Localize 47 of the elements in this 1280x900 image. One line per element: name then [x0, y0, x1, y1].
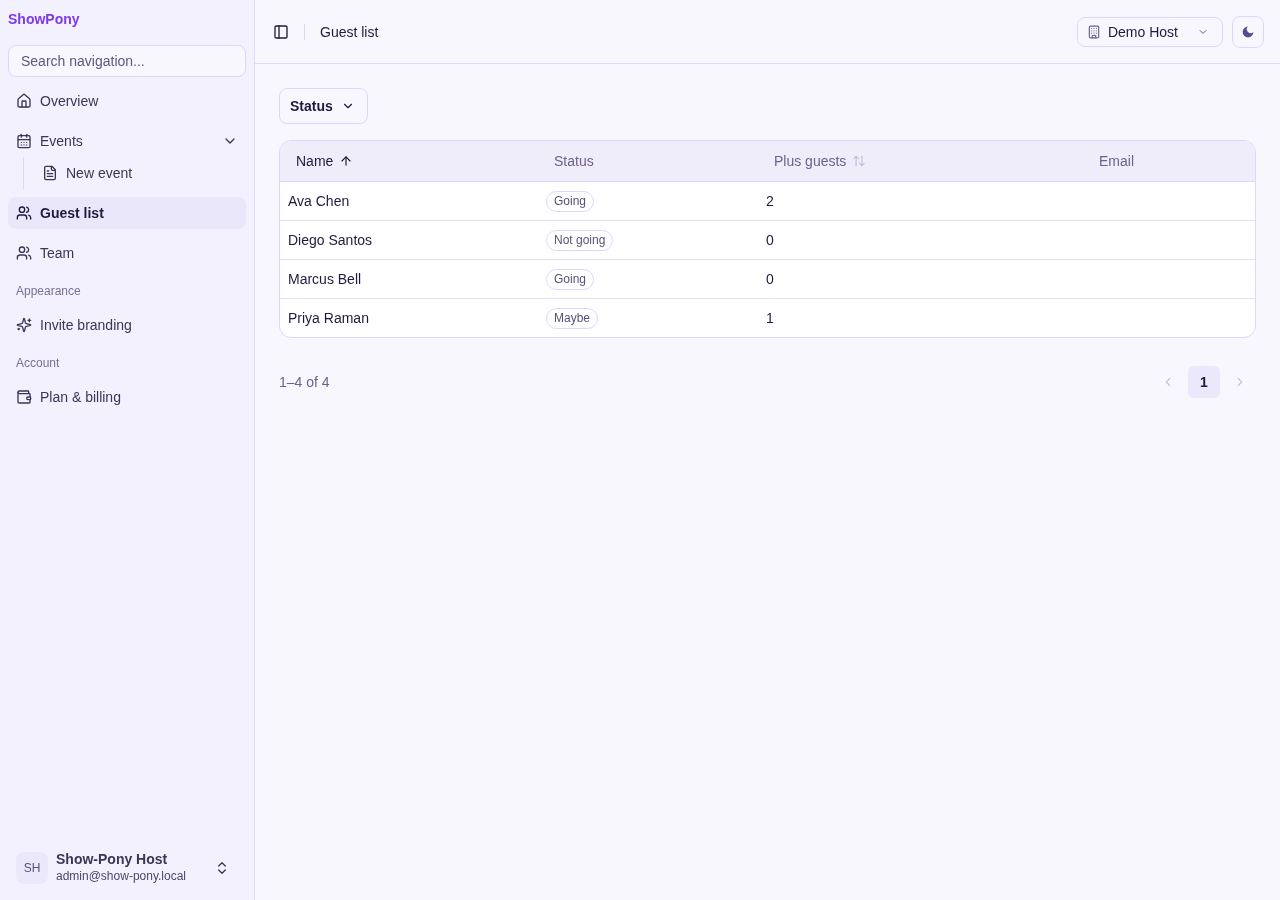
column-header: Status — [554, 153, 594, 169]
status-badge: Maybe — [546, 307, 599, 329]
table-cell-text: Ava Chen — [287, 192, 351, 211]
table-cell-text: Marcus Bell — [287, 270, 363, 289]
column-header[interactable]: Plus guests — [774, 153, 867, 169]
nav-item[interactable]: Overview — [8, 85, 246, 117]
status-badge: Not going — [546, 229, 614, 251]
nav-item[interactable]: Plan & billing — [8, 381, 246, 413]
search-field[interactable]: Search navigation... — [8, 45, 246, 77]
result-count: 1–4 of 4 — [279, 374, 330, 390]
workspace-select[interactable]: Demo Host — [1076, 16, 1223, 47]
up-down-arrows-icon — [852, 154, 867, 168]
column-header: Email — [1099, 153, 1134, 169]
theme-toggle-button[interactable] — [1232, 15, 1264, 48]
sparkles-icon — [16, 317, 32, 333]
building-icon — [1086, 24, 1101, 39]
section-heading: Account — [15, 355, 60, 372]
section-heading: Appearance — [15, 283, 81, 300]
nav-item[interactable]: New event — [34, 157, 246, 189]
table-cell-text: Priya Raman — [287, 309, 370, 328]
nav-item[interactable]: Invite branding — [8, 309, 246, 341]
table-cell-text: 0 — [765, 270, 775, 289]
table-cell-text: Diego Santos — [287, 231, 374, 250]
brand-name: ShowPony — [8, 10, 80, 29]
filter-dropdown[interactable]: Status — [279, 88, 368, 124]
status-badge: Going — [546, 268, 595, 290]
user-name: Show-Pony Host — [56, 851, 168, 868]
moon-icon — [1242, 25, 1254, 38]
table-cell-text: 1 — [765, 309, 775, 328]
house-icon — [16, 93, 32, 109]
wallet-icon — [16, 389, 32, 405]
avatar: SH — [16, 851, 48, 884]
document-icon — [42, 165, 58, 181]
table-cell-text: 0 — [765, 231, 775, 250]
calendar-icon — [16, 133, 32, 149]
sidebar-toggle-icon[interactable] — [273, 23, 289, 40]
nav-item[interactable]: Events — [8, 125, 246, 157]
column-header[interactable]: Name — [296, 153, 354, 169]
user-email: admin@show-pony.local — [56, 868, 187, 884]
people-icon — [16, 205, 32, 221]
nav-item[interactable]: Guest list — [8, 197, 246, 229]
status-badge: Going — [546, 190, 595, 212]
nav-item[interactable]: Team — [8, 237, 246, 269]
page-button[interactable]: 1 — [1188, 366, 1220, 398]
table-cell-text: 2 — [765, 192, 775, 211]
people-icon — [16, 245, 32, 261]
page-title: Guest list — [320, 23, 379, 40]
